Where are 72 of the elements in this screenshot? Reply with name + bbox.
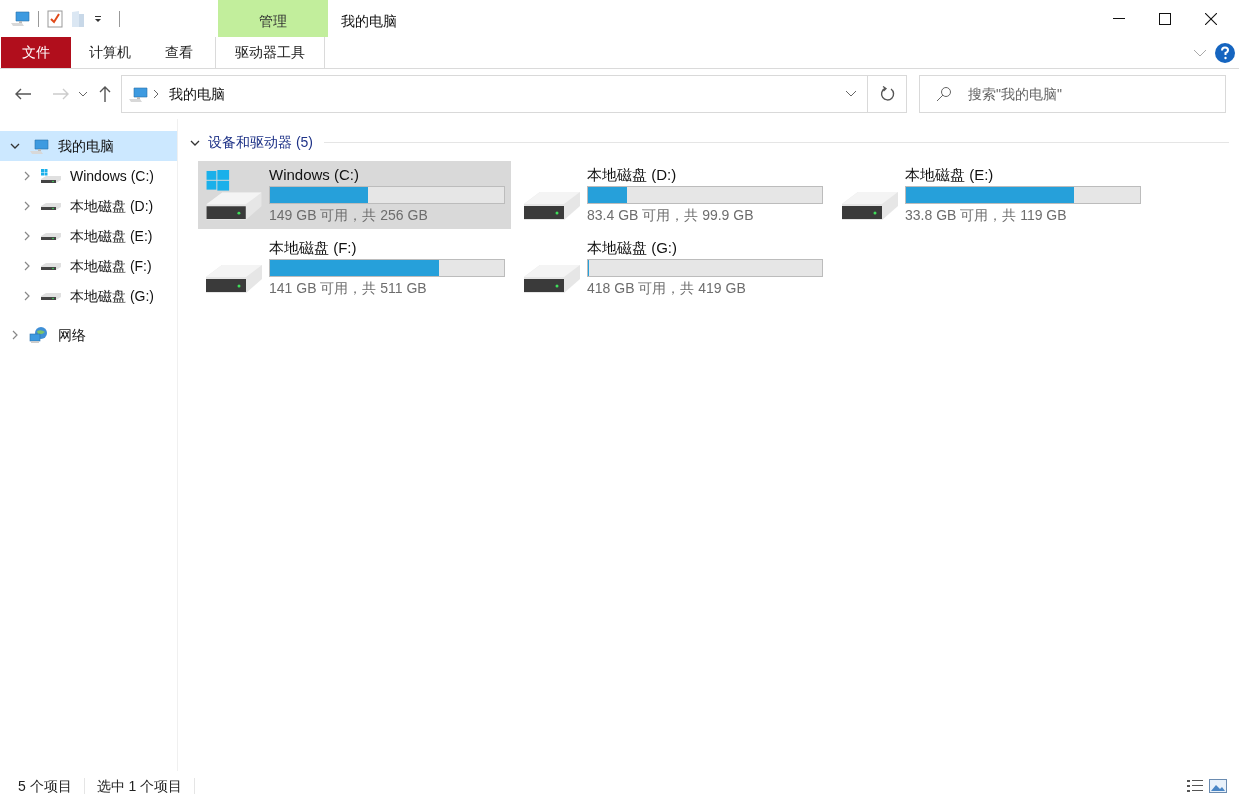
drive-tile[interactable]: 本地磁盘 (D:) 83.4 GB 可用，共 99.9 GB [516,161,829,229]
drive-tile[interactable]: 本地磁盘 (F:) 141 GB 可用，共 511 GB [198,234,511,302]
drive-icon [524,265,580,293]
dropdown-icon[interactable] [93,13,103,24]
drive-icon [41,232,61,240]
drive-space: 149 GB 可用，共 256 GB [269,205,429,225]
drive-name: 本地磁盘 (G:) [587,237,678,258]
tree-item[interactable]: 本地磁盘 (E:) [0,221,177,251]
address-bar[interactable]: 我的电脑 [121,75,907,113]
address-dropdown-icon[interactable] [845,90,857,98]
windows-drive-icon [41,169,61,183]
drive-name: 本地磁盘 (E:) [905,164,995,185]
ribbon-tab[interactable]: 文件 [1,37,71,68]
computer-icon [128,85,148,103]
expand-chevron-icon[interactable] [22,201,32,211]
ribbon-tab[interactable]: 计算机 [73,37,147,68]
tree-item[interactable]: 我的电脑 [0,131,177,161]
help-icon[interactable] [1215,42,1235,63]
drive-name: 本地磁盘 (F:) [269,237,358,258]
tree-item[interactable]: 本地磁盘 (D:) [0,191,177,221]
tree-item[interactable]: Windows (C:) [0,161,177,191]
network-icon [29,326,49,344]
tree-item[interactable]: 网络 [0,320,177,350]
drive-space: 418 GB 可用，共 419 GB [587,278,747,298]
window-title: 我的电脑 [341,12,397,31]
drive-tile[interactable]: Windows (C:) 149 GB 可用，共 256 GB [198,161,511,229]
maximize-icon [1159,12,1171,25]
section-header[interactable]: 设备和驱动器 (5) [188,132,1229,153]
expand-chevron-icon[interactable] [22,261,32,271]
search-field[interactable]: 搜索"我的电脑" [919,75,1226,113]
computer-icon [29,137,49,155]
collapse-chevron-icon[interactable] [10,141,20,151]
search-input[interactable]: 搜索"我的电脑" [968,83,1225,105]
windows-drive-icon [206,170,262,220]
expand-chevron-icon[interactable] [10,330,20,340]
ribbon-tab[interactable]: 查看 [149,37,209,68]
back-arrow-icon[interactable] [14,87,32,101]
context-tab-group: 管理 [218,0,328,37]
drive-tile[interactable]: 本地磁盘 (E:) 33.8 GB 可用，共 119 GB [834,161,1147,229]
close-icon [1205,12,1217,25]
selection-count: 选中 1 个项目 [96,776,183,796]
ribbon-tab[interactable]: 驱动器工具 [215,37,325,68]
drive-tile[interactable]: 本地磁盘 (G:) 418 GB 可用，共 419 GB [516,234,829,302]
drive-icon [206,265,262,293]
drive-icon [41,292,61,300]
drive-icon [524,192,580,220]
drive-icon [41,262,61,270]
item-count: 5 个项目 [18,776,72,796]
drive-space: 83.4 GB 可用，共 99.9 GB [587,205,755,225]
expand-chevron-icon[interactable] [22,291,32,301]
properties-icon[interactable] [47,9,63,28]
details-view-icon[interactable] [1187,779,1203,793]
recent-chevron-icon[interactable] [78,90,88,98]
drive-name: Windows (C:) [269,164,360,185]
tree-item[interactable]: 本地磁盘 (G:) [0,281,177,311]
expand-ribbon-icon[interactable] [1193,48,1207,57]
drive-icon [41,202,61,210]
drive-name: 本地磁盘 (D:) [587,164,678,185]
large-icons-view-icon[interactable] [1209,779,1227,793]
refresh-icon[interactable] [879,86,895,102]
breadcrumb-chevron-icon[interactable] [153,89,159,99]
minimize-icon [1113,18,1125,19]
expand-chevron-icon[interactable] [22,231,32,241]
tree-item[interactable]: 本地磁盘 (F:) [0,251,177,281]
computer-icon [10,10,30,27]
breadcrumb-item[interactable]: 我的电脑 [169,83,225,105]
search-icon [936,86,952,102]
drive-space: 33.8 GB 可用，共 119 GB [905,205,1068,225]
expand-chevron-icon[interactable] [22,171,32,181]
drive-space: 141 GB 可用，共 511 GB [269,278,428,298]
up-arrow-icon[interactable] [98,85,112,103]
drive-icon [842,192,898,220]
